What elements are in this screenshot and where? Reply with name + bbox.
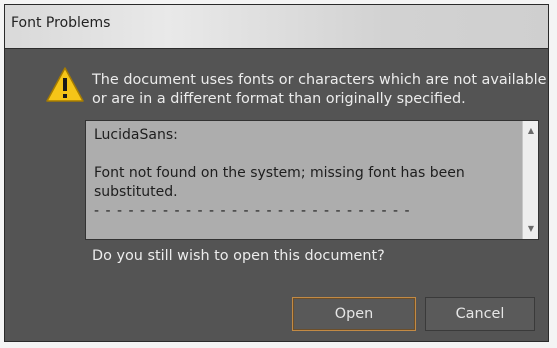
missing-font-name: LucidaSans:: [94, 127, 178, 143]
scroll-down-arrow-icon[interactable]: ▼: [525, 223, 537, 235]
details-box[interactable]: LucidaSans: Font not found on the system…: [85, 120, 539, 240]
font-issue-text: Font not found on the system; missing fo…: [94, 165, 465, 200]
details-text: LucidaSans: Font not found on the system…: [86, 121, 522, 239]
warning-icon: [46, 67, 84, 102]
cancel-button[interactable]: Cancel: [425, 297, 535, 331]
open-button[interactable]: Open: [292, 297, 416, 331]
dialog-title: Font Problems: [11, 15, 111, 31]
scroll-up-arrow-icon[interactable]: ▲: [525, 125, 537, 137]
confirm-question: Do you still wish to open this document?: [92, 248, 385, 264]
font-problems-dialog: Font Problems The document uses fonts or…: [4, 4, 549, 342]
details-scrollbar[interactable]: ▲ ▼: [522, 121, 538, 239]
title-bar[interactable]: Font Problems: [5, 5, 548, 49]
warning-message: The document uses fonts or characters wh…: [92, 72, 547, 107]
separator-line: - - - - - - - - - - - - - - - - - - - - …: [94, 203, 411, 219]
